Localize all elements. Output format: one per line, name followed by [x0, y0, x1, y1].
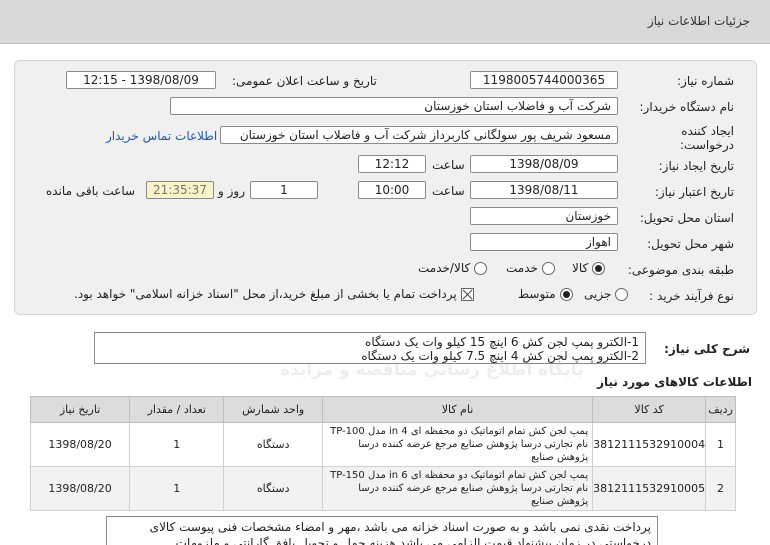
category-service-option[interactable]: خدمت [506, 261, 555, 275]
remaining-time-field: 21:35:37 [146, 181, 214, 199]
col-date: تاریخ نیاز [29, 396, 131, 423]
description-label: شرح کلی نیاز: [664, 342, 750, 356]
creator-label-2: درخواست: [680, 138, 734, 152]
buyer-field: شرکت آب و فاضلاب استان خوزستان [170, 97, 618, 115]
days-label: روز و [218, 184, 245, 198]
col-row: ردیف [705, 396, 736, 423]
need-number-field: 1198005744000365 [470, 71, 618, 89]
item-unit: دستگاه [223, 466, 323, 511]
col-code: کد کالا [592, 396, 707, 423]
validity-time-field: 10:00 [358, 181, 426, 199]
announce-label: تاریخ و ساعت اعلان عمومی: [232, 74, 377, 88]
category-both-label: کالا/خدمت [418, 261, 471, 275]
need-number-label: شماره نیاز: [677, 74, 734, 88]
category-service-label: خدمت [506, 261, 538, 275]
items-table: ردیف کد کالا نام کالا واحد شمارش تعداد /… [29, 396, 736, 511]
category-goods-radio[interactable] [592, 262, 606, 275]
process-medium-label: متوسط [518, 287, 556, 301]
remaining-label: ساعت باقی مانده [46, 184, 136, 198]
item-qty: 1 [129, 466, 225, 511]
validity-date-label: تاریخ اعتبار نیاز: [654, 185, 734, 199]
item-qty: 1 [129, 422, 225, 467]
treasury-payment-option[interactable]: پرداخت تمام یا بخشی از مبلغ خرید،از محل … [74, 287, 474, 301]
process-minor-option[interactable]: جزیی [584, 287, 629, 301]
col-unit: واحد شمارش [223, 396, 323, 423]
table-row: 1 3812111532910004 پمپ لجن کش تمام اتوما… [29, 422, 736, 467]
row-number: 2 [705, 466, 736, 511]
item-name: پمپ لجن کش تمام اتوماتیک دو محفظه ای in … [321, 466, 594, 511]
created-time-field: 12:12 [358, 155, 426, 173]
process-medium-radio[interactable] [559, 288, 573, 301]
validity-date-field: 1398/08/11 [470, 181, 618, 199]
item-name: پمپ لجن کش تمام اتوماتیک دو محفظه ای in … [321, 422, 594, 467]
items-section-title: اطلاعات کالاهای مورد نیاز [597, 375, 752, 389]
province-field: خوزستان [470, 207, 618, 225]
city-field: اهواز [470, 233, 618, 251]
process-minor-label: جزیی [584, 287, 612, 301]
description-line-1: 1-الکترو پمپ لجن کش 6 اینچ 15 کیلو وات ی… [365, 335, 639, 349]
description-line-2: 2-الکترو پمپ لجن کش 4 اینچ 7.5 کیلو وات … [361, 349, 639, 363]
province-label: استان محل تحویل: [639, 211, 734, 225]
treasury-payment-checkbox[interactable] [460, 288, 474, 301]
category-both-option[interactable]: کالا/خدمت [418, 261, 488, 275]
process-label: نوع فرآیند خرید : [649, 289, 734, 303]
col-name: نام کالا [321, 396, 594, 423]
category-label: طبقه بندی موضوعی: [627, 263, 734, 277]
days-field: 1 [250, 181, 318, 199]
announce-field: 1398/08/09 - 12:15 [66, 71, 216, 89]
created-time-label: ساعت [432, 158, 465, 172]
creator-field: مسعود شریف پور سولگانی کاربرداز شرکت آب … [220, 126, 618, 144]
page-title: جزئیات اطلاعات نیاز [647, 14, 750, 28]
item-code: 3812111532910005 [592, 466, 707, 511]
contact-buyer-link[interactable]: اطلاعات تماس خریدار [106, 129, 217, 143]
items-header-row: ردیف کد کالا نام کالا واحد شمارش تعداد /… [29, 396, 736, 423]
process-minor-radio[interactable] [615, 288, 629, 301]
page-header: جزئیات اطلاعات نیاز [0, 0, 770, 44]
item-code: 3812111532910004 [592, 422, 707, 467]
item-date: 1398/08/20 [29, 466, 131, 511]
created-date-field: 1398/08/09 [470, 155, 618, 173]
created-date-label: تاریخ ایجاد نیاز: [658, 159, 734, 173]
row-number: 1 [705, 422, 736, 467]
treasury-payment-label: پرداخت تمام یا بخشی از مبلغ خرید،از محل … [74, 287, 457, 301]
creator-label-1: ایجاد کننده [681, 124, 734, 138]
col-qty: تعداد / مقدار [129, 396, 225, 423]
description-box: 1-الکترو پمپ لجن کش 6 اینچ 15 کیلو وات ی… [94, 332, 646, 364]
category-goods-label: کالا [572, 261, 589, 275]
buyer-label: نام دستگاه خریدار: [639, 100, 735, 114]
process-medium-option[interactable]: متوسط [518, 287, 573, 301]
validity-time-label: ساعت [432, 184, 465, 198]
item-unit: دستگاه [223, 422, 323, 467]
buyer-notes-box: پرداخت نقدی نمی باشد و به صورت اسناد خزا… [106, 516, 658, 545]
category-both-radio[interactable] [474, 262, 488, 275]
category-service-radio[interactable] [541, 262, 555, 275]
item-date: 1398/08/20 [29, 422, 131, 467]
category-goods-option[interactable]: کالا [572, 261, 606, 275]
city-label: شهر محل تحویل: [647, 237, 734, 251]
table-row: 2 3812111532910005 پمپ لجن کش تمام اتوما… [29, 466, 736, 511]
